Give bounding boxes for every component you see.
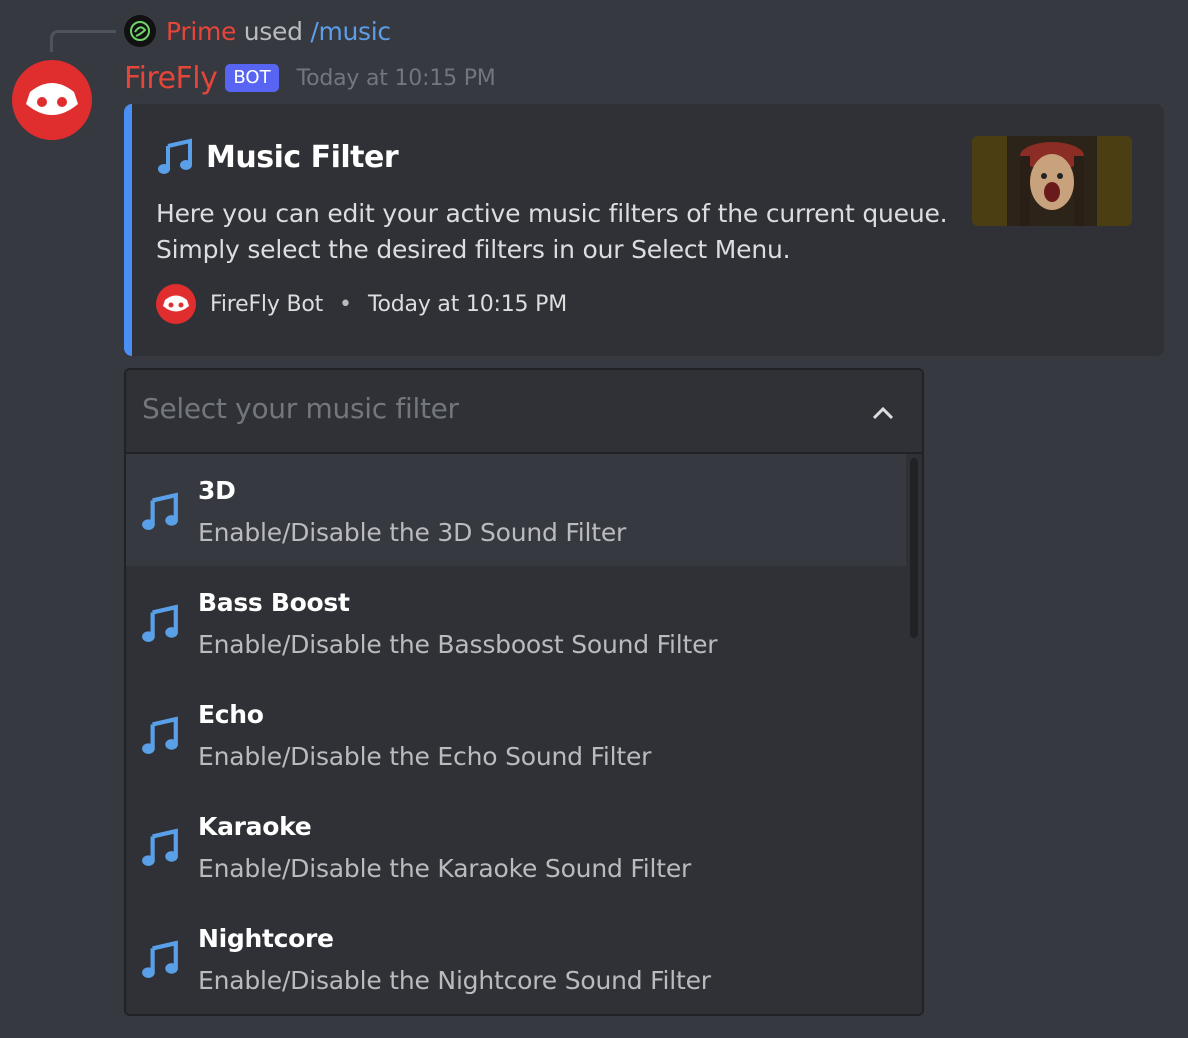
option-label: Echo <box>198 700 264 729</box>
option-label: Bass Boost <box>198 588 350 617</box>
option-description: Enable/Disable the 3D Sound Filter <box>198 518 627 547</box>
option-label: 3D <box>198 476 236 505</box>
embed: Music Filter Here you can edit your acti… <box>124 104 1164 356</box>
select-option-nightcore[interactable]: Nightcore Enable/Disable the Nightcore S… <box>126 902 906 1014</box>
option-description: Enable/Disable the Bassboost Sound Filte… <box>198 630 718 659</box>
option-label: Nightcore <box>198 924 334 953</box>
select-menu[interactable]: Select your music filter 3D Enable/Disab… <box>124 368 924 1016</box>
select-option-karaoke[interactable]: Karaoke Enable/Disable the Karaoke Sound… <box>126 790 906 902</box>
embed-description: Here you can edit your active music filt… <box>156 196 948 268</box>
discord-bot-icon <box>163 295 189 312</box>
embed-description-line: Simply select the desired filters in our… <box>156 235 791 264</box>
music-note-icon <box>158 138 192 174</box>
footer-avatar <box>156 284 196 324</box>
reply-text: Prime used /music <box>166 17 391 46</box>
username[interactable]: FireFly <box>124 61 218 96</box>
music-note-icon <box>142 828 178 866</box>
reply-command[interactable]: /music <box>310 17 391 46</box>
bot-avatar[interactable] <box>12 60 92 140</box>
embed-title: Music Filter <box>156 138 399 176</box>
select-option-3d[interactable]: 3D Enable/Disable the 3D Sound Filter <box>126 454 906 566</box>
option-description: Enable/Disable the Nightcore Sound Filte… <box>198 966 711 995</box>
message-header: FireFly BOT Today at 10:15 PM <box>124 58 496 98</box>
reply-avatar-icon <box>130 21 150 41</box>
footer-name: FireFly Bot <box>210 291 324 317</box>
option-label: Karaoke <box>198 812 312 841</box>
embed-footer: FireFly Bot • Today at 10:15 PM <box>156 284 567 324</box>
select-option-echo[interactable]: Echo Enable/Disable the Echo Sound Filte… <box>126 678 906 790</box>
select-header[interactable]: Select your music filter <box>126 370 922 454</box>
message-timestamp[interactable]: Today at 10:15 PM <box>297 66 496 91</box>
music-note-icon <box>142 604 178 642</box>
chevron-up-icon[interactable] <box>870 400 896 426</box>
embed-description-line: Here you can edit your active music filt… <box>156 199 948 228</box>
option-description: Enable/Disable the Echo Sound Filter <box>198 742 652 771</box>
reply-username[interactable]: Prime <box>166 17 236 46</box>
pirate-portrait-image <box>972 136 1132 226</box>
select-scrollbar[interactable] <box>910 458 918 638</box>
bot-tag: BOT <box>225 64 279 92</box>
footer-timestamp: Today at 10:15 PM <box>368 291 567 317</box>
embed-title-text: Music Filter <box>206 139 399 175</box>
embed-thumbnail[interactable] <box>972 136 1132 226</box>
music-note-icon <box>142 716 178 754</box>
reply-avatar[interactable] <box>124 15 156 47</box>
reply-bar[interactable]: Prime used /music <box>124 14 391 48</box>
music-note-icon <box>142 492 178 530</box>
select-placeholder: Select your music filter <box>142 392 459 425</box>
select-option-bass-boost[interactable]: Bass Boost Enable/Disable the Bassboost … <box>126 566 906 678</box>
music-note-icon <box>142 940 178 978</box>
footer-separator: • <box>339 291 353 317</box>
reply-used-label: used <box>236 16 311 46</box>
option-description: Enable/Disable the Karaoke Sound Filter <box>198 854 692 883</box>
reply-spine <box>50 30 116 52</box>
discord-bot-icon <box>26 83 78 115</box>
